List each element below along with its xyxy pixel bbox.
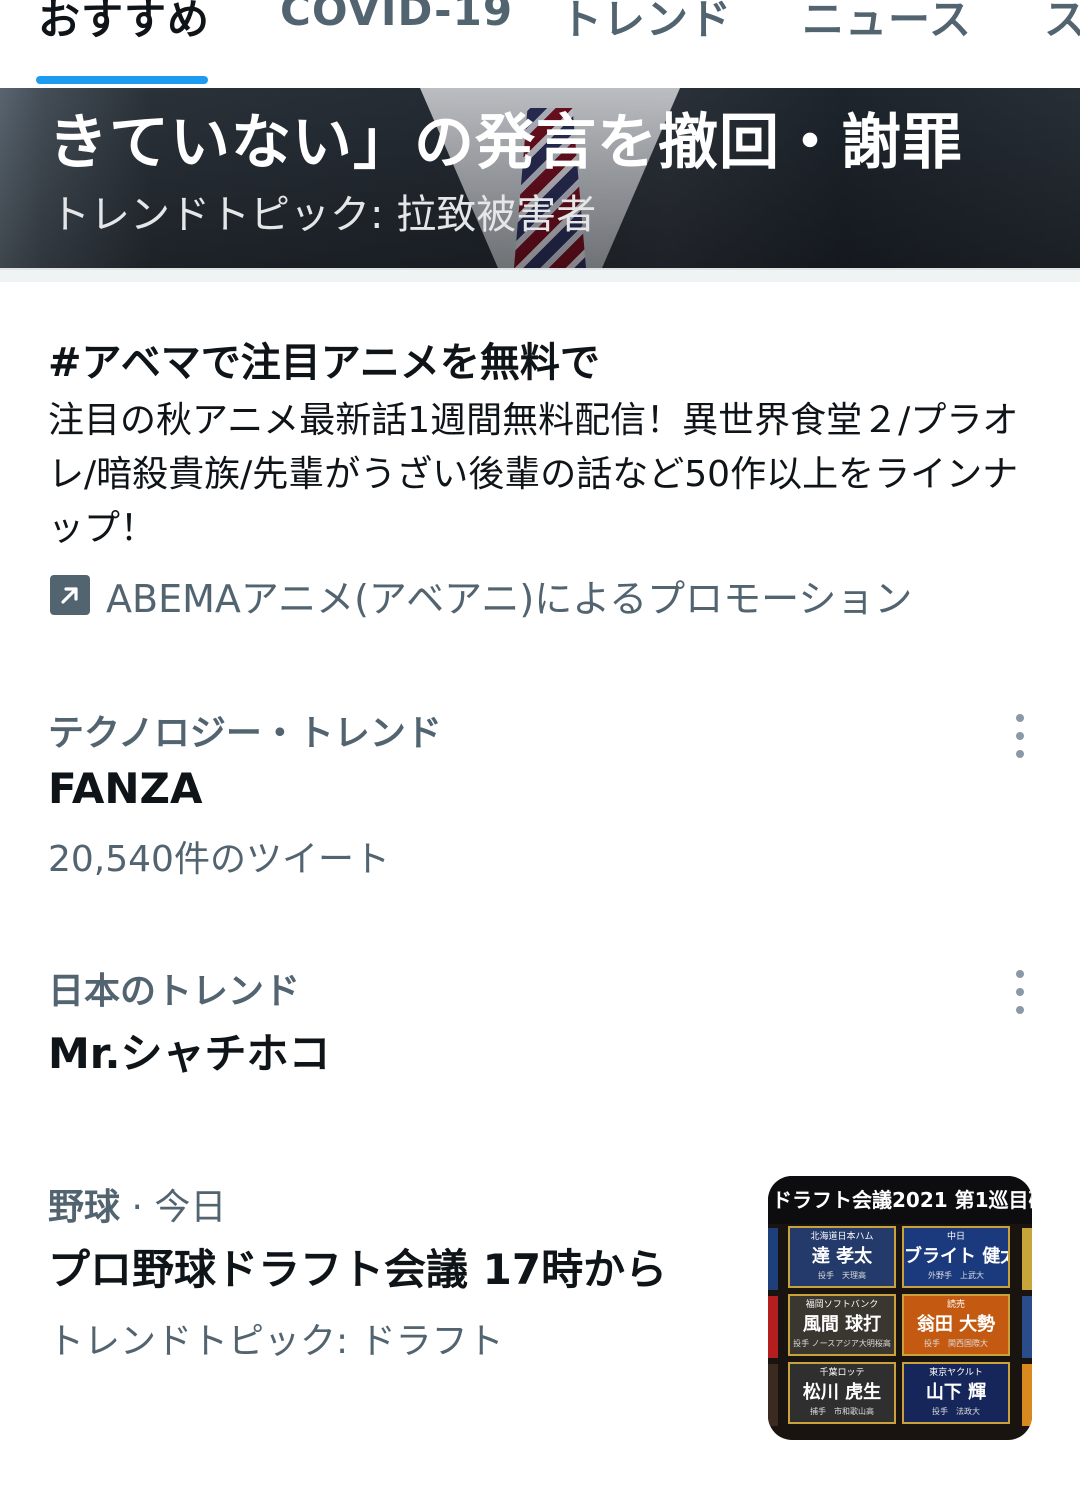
meta-separator: · [131,1187,143,1228]
news-thumbnail[interactable]: ドラフト会議2021 第1巡目確定選手 北海道日本ハム 達 孝太 投手 天理高 … [768,1176,1032,1440]
hero-topic: トレンドトピック: 拉致被害者 [50,192,597,238]
draft-card-team: 北海道日本ハム [810,1232,874,1242]
promoted-arrow-icon [50,575,90,615]
trend-name: FANZA [48,764,203,813]
thumbnail-edge [768,1364,778,1426]
promoted-by[interactable]: ABEMAアニメ(アベアニ)によるプロモーション [50,572,912,621]
draft-card-team: 東京ヤクルト [929,1368,983,1378]
tab-news[interactable]: ニュース [802,0,972,47]
explore-tabs: おすすめ COVID-19 トレンド ニュース ス [0,0,1080,88]
tab-trends[interactable]: トレンド [560,0,732,47]
more-options-icon[interactable] [1006,714,1034,758]
tab-sports[interactable]: ス [1044,0,1080,47]
news-category: 野球 [48,1187,121,1228]
draft-card-team: 福岡ソフトバンク [805,1300,879,1310]
draft-card-team: 読売 [946,1300,965,1310]
draft-card-position: 投手 関西国際大 [924,1339,988,1348]
draft-card-position: 捕手 市和歌山高 [810,1407,874,1416]
tab-recommended[interactable]: おすすめ [38,0,210,47]
draft-card-player: ブライト 健太 [904,1246,1010,1267]
draft-card-player: 達 孝太 [811,1246,873,1267]
promoted-trend-description: 注目の秋アニメ最新話1週間無料配信！異世界食堂２/プラオレ/暗殺貴族/先輩がうざ… [48,400,1019,549]
trend-category: テクノロジー・トレンド [48,704,442,756]
thumbnail-edge [1022,1364,1032,1426]
more-options-icon[interactable] [1006,970,1034,1014]
draft-card-position: 投手 ノースアジア大明桜高 [793,1339,891,1348]
hero-headline: きていない」の発言を撤回・謝罪 [48,108,963,178]
tweet-count: 20,540件のツイート [48,839,390,880]
draft-card: 中日 ブライト 健太 外野手 上武大 [902,1226,1010,1288]
tab-covid19[interactable]: COVID-19 [280,0,513,35]
promoted-by-label: ABEMAアニメ(アベアニ)によるプロモーション [106,576,913,621]
thumbnail-edge [1022,1296,1032,1358]
trend-category-label: テクノロジー・トレンド [48,713,442,754]
draft-card-team: 中日 [946,1232,965,1242]
trend-category-label: 日本のトレンド [48,971,301,1012]
thumbnail-header: ドラフト会議2021 第1巡目確定選手 [768,1176,1032,1224]
section-divider [0,268,1080,282]
trend-category: 日本のトレンド [48,962,300,1014]
draft-card-player: 松川 虎生 [802,1382,882,1403]
news-topic: トレンドトピック: ドラフト [48,1321,504,1362]
draft-card-position: 投手 法政大 [932,1407,980,1416]
news-meta: 野球 · 今日 [48,1178,226,1230]
draft-card-team: 千葉ロッテ [819,1368,865,1378]
thumbnail-edge [768,1296,778,1358]
draft-card-player: 山下 輝 [925,1382,987,1403]
promoted-trend-title: #アベマで注目アニメを無料で [48,340,600,386]
hero-story[interactable]: きていない」の発言を撤回・謝罪 トレンドトピック: 拉致被害者 [0,88,1080,268]
active-tab-indicator [36,76,208,84]
draft-card: 読売 翁田 大勢 投手 関西国際大 [902,1294,1010,1356]
draft-card: 東京ヤクルト 山下 輝 投手 法政大 [902,1362,1010,1424]
thumbnail-edge [768,1228,778,1290]
draft-card: 福岡ソフトバンク 風間 球打 投手 ノースアジア大明桜高 [788,1294,896,1356]
news-title: プロ野球ドラフト会議 17時から [48,1245,668,1294]
draft-card-player: 翁田 大勢 [916,1314,996,1335]
thumbnail-edge [1022,1228,1032,1290]
draft-card-position: 投手 天理高 [818,1271,866,1280]
draft-card: 千葉ロッテ 松川 虎生 捕手 市和歌山高 [788,1362,896,1424]
draft-card: 北海道日本ハム 達 孝太 投手 天理高 [788,1226,896,1288]
draft-card-player: 風間 球打 [802,1314,882,1335]
trend-name: Mr.シャチホコ [48,1029,331,1078]
news-time: 今日 [154,1187,227,1228]
draft-card-position: 外野手 上武大 [928,1271,984,1280]
